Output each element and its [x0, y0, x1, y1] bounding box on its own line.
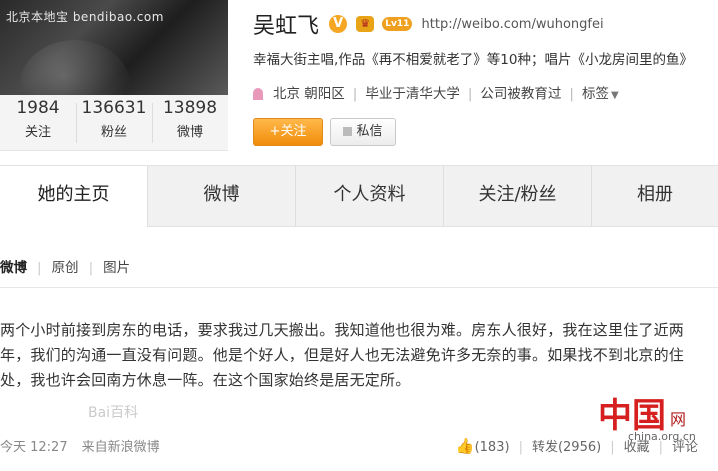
repost-link[interactable]: 转发(2956)	[532, 440, 601, 455]
post-text: 两个小时前接到房东的电话，要求我过几天搬出。我知道他也很为难。房东人很好，我在这…	[0, 321, 685, 389]
logo-net: 网	[670, 410, 687, 429]
chevron-down-icon[interactable]: ▼	[611, 90, 619, 101]
feed-divider	[0, 287, 718, 288]
stat-posts-count: 13898	[162, 98, 218, 118]
post-watermark: Bai百科	[88, 405, 139, 421]
profile-school[interactable]: 毕业于清华大学	[365, 86, 460, 102]
profile-stats: 1984 关注 136631 粉丝 13898 微博	[0, 95, 228, 151]
profile-tabs: 她的主页 微博 个人资料 关注/粉丝 相册	[0, 165, 718, 227]
stat-following-label: 关注	[24, 125, 51, 140]
feed-filter: 微博 | 原创 | 图片	[0, 260, 131, 276]
profile-name-row: 吴虹飞 V ♛ Lv11 http://weibo.com/wuhongfei	[253, 8, 604, 40]
tab-album[interactable]: 相册	[592, 166, 718, 226]
post-footer: 今天 12:27 来自新浪微博	[0, 436, 160, 455]
post-source[interactable]: 来自新浪微博	[82, 440, 160, 455]
message-icon	[343, 127, 353, 136]
stat-fans-count: 136631	[81, 98, 147, 118]
profile-company[interactable]: 公司被教育过	[480, 86, 561, 102]
level-badge[interactable]: Lv11	[382, 17, 413, 31]
tab-follow-fans[interactable]: 关注/粉丝	[444, 166, 592, 226]
profile-meta: 北京 朝阳区 | 毕业于清华大学 | 公司被教育过 | 标签 ▼	[253, 82, 619, 102]
profile-avatar[interactable]: 北京本地宝 bendibao.com	[0, 0, 228, 95]
location-pin-icon	[253, 88, 263, 100]
stat-posts[interactable]: 13898 微博	[152, 95, 228, 140]
like-count[interactable]: (183)	[475, 440, 510, 455]
stat-posts-label: 微博	[176, 125, 203, 140]
vip-crown-icon[interactable]: ♛	[356, 16, 375, 32]
filter-original[interactable]: 原创	[52, 260, 79, 276]
message-button-label: 私信	[356, 124, 383, 139]
china-org-logo: 中国 网 china.org.cn	[598, 388, 718, 458]
stat-following[interactable]: 1984 关注	[0, 95, 76, 140]
profile-tags-label[interactable]: 标签	[582, 86, 609, 102]
profile-url[interactable]: http://weibo.com/wuhongfei	[422, 17, 604, 32]
like-thumb-icon[interactable]: 👍	[456, 437, 475, 455]
tab-profile-info[interactable]: 个人资料	[296, 166, 444, 226]
profile-location[interactable]: 北京 朝阳区	[273, 86, 345, 102]
tab-home[interactable]: 她的主页	[0, 166, 148, 227]
post-time[interactable]: 今天 12:27	[0, 440, 68, 455]
profile-intro: 幸福大街主唱,作品《再不相爱就老了》等10种；唱片《小龙房间里的鱼》	[253, 52, 693, 68]
verified-v-icon[interactable]: V	[329, 15, 348, 33]
tab-weibo[interactable]: 微博	[148, 166, 296, 226]
stat-fans[interactable]: 136631 粉丝	[76, 95, 152, 140]
avatar-photo-shape	[20, 40, 130, 95]
logo-domain: china.org.cn	[628, 430, 696, 443]
message-button[interactable]: 私信	[330, 118, 396, 146]
filter-all[interactable]: 微博	[0, 260, 27, 276]
filter-pictures[interactable]: 图片	[103, 260, 130, 276]
stat-fans-label: 粉丝	[100, 125, 127, 140]
profile-name: 吴虹飞	[253, 14, 320, 39]
avatar-watermark: 北京本地宝 bendibao.com	[6, 10, 164, 24]
stat-following-count: 1984	[16, 98, 60, 118]
follow-button[interactable]: +关注	[253, 118, 323, 146]
